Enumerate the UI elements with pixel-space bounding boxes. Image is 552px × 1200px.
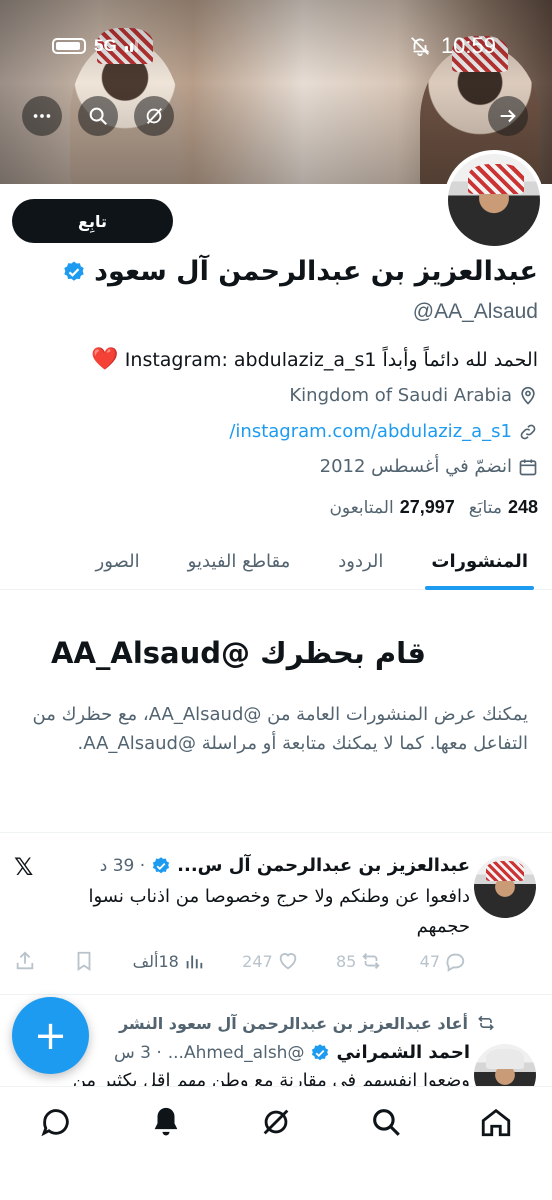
blocked-title: قام بحظرك @AA_Alsaud [51,636,426,670]
reply-button[interactable]: 47 [420,950,466,972]
mute-icon [411,37,430,57]
bottom-nav [0,1086,552,1200]
profile-name: عبدالعزيز بن عبدالرحمن آل سعود [94,256,538,287]
retweet-icon [362,953,380,969]
tweet-header: عبدالعزيز بن عبدالرحمن آل س... · 39 د [100,855,470,876]
reply-count: 47 [419,951,440,971]
blocked-text: يمكنك عرض المنشورات العامة من @AA_Alsaud… [32,704,529,754]
arrow-right-icon [500,109,516,123]
compose-button[interactable]: + [12,997,89,1074]
profile-website[interactable]: instagram.com/abdulaziz_a_s1/ [229,421,538,442]
bookmark-icon [77,951,91,971]
views-icon [186,955,203,969]
profile-handle: @AA_Alsaud [412,300,538,323]
calendar-icon [519,459,537,475]
followers-link[interactable]: 27,997المتابعون [329,497,454,518]
tweet-actions: 47 85 247 18ألف [14,950,466,972]
profile-avatar[interactable] [444,150,544,250]
nav-messages[interactable] [39,1105,73,1139]
network-label: 5G [94,36,117,55]
divider [0,832,552,833]
signal-icon [124,40,138,52]
verified-badge-icon [153,856,170,873]
heart-emoji: ❤️ [91,347,119,372]
tweet-time: · 39 د [99,855,146,876]
tweet-author[interactable]: عبدالعزيز بن عبدالرحمن آل س... [177,855,470,876]
nav-grok[interactable] [259,1105,293,1139]
tweet-body[interactable]: دافعوا عن وطنكم ولا حرج وخصوصا من اذناب … [70,882,471,942]
grok-button[interactable] [134,96,174,136]
share-icon [16,951,34,970]
notifications-icon [154,1107,178,1136]
more-button[interactable] [22,96,62,136]
divider [0,994,552,995]
following-label: متابَع [468,498,502,518]
followers-count: 27,997 [399,497,455,517]
retweet-label[interactable]: أعاد عبدالعزيز بن عبدالرحمن آل سعود النش… [119,1014,468,1033]
grok-icon [146,108,163,124]
retweet-header: احمد الشمراني @Ahmed_alsh... · 3 س [114,1042,470,1063]
following-link[interactable]: 248متابَع [469,497,538,518]
nav-search[interactable] [369,1105,403,1139]
following-count: 248 [507,497,538,517]
battery-icon [52,38,86,54]
profile-name-row: عبدالعزيز بن عبدالرحمن آل سعود [62,256,538,287]
link-icon [520,424,536,439]
retweet-count: 85 [335,951,357,971]
messages-icon [41,1109,69,1137]
search-icon [373,1109,400,1136]
like-count: 247 [242,951,273,971]
bio-text: الحمد لله دائماً وأبداً Instagram: abdul… [124,348,538,371]
avatar-headdress [486,861,524,881]
location-pin-icon [521,386,535,405]
verified-badge-icon [312,1043,329,1060]
location-text: Kingdom of Saudi Arabia [289,385,512,406]
retweet-author[interactable]: احمد الشمراني [336,1042,470,1063]
nav-home[interactable] [479,1105,513,1139]
search-button[interactable] [78,96,118,136]
retweet-icon [478,1015,494,1031]
status-bar: 5G 10:59 [0,0,552,90]
joined-text: انضمّ في أغسطس 2012 [319,456,512,477]
views-count: 18ألف [132,951,179,971]
avatar-headdress [486,1049,524,1069]
retweet-button[interactable]: 85 [336,950,382,972]
clock: 10:59 [440,33,496,58]
tab-videos[interactable]: مقاطع الفيديو [164,532,315,590]
like-button[interactable]: 247 [242,950,299,972]
retweet-time: · 3 س [113,1042,162,1063]
followers-label: المتابعون [329,498,394,518]
plus-icon: + [33,1012,68,1059]
heart-icon [279,953,296,970]
status-right: 10:59 [409,33,496,59]
profile-location: Kingdom of Saudi Arabia [289,385,538,406]
profile-tabs: المنشورات الردود مقاطع الفيديو الصور [0,532,552,590]
follow-counts: 248متابَع 27,997المتابعون [329,497,538,518]
verified-badge-icon[interactable] [62,260,86,284]
tab-photos[interactable]: الصور [72,532,164,590]
search-icon [89,107,107,125]
reply-icon [446,953,465,972]
follow-button[interactable]: تابِع [12,199,173,243]
retweet-handle: @Ahmed_alsh... [167,1042,305,1063]
status-left: 5G [52,36,138,56]
tab-replies[interactable]: الردود [314,532,407,590]
retweet-context: أعاد عبدالعزيز بن عبدالرحمن آل سعود النش… [119,1013,496,1033]
tab-posts[interactable]: المنشورات [407,532,552,590]
grok-icon [263,1109,289,1135]
back-button[interactable] [488,96,528,136]
home-icon [481,1108,511,1137]
profile-bio: الحمد لله دائماً وأبداً Instagram: abdul… [91,347,538,372]
x-logo-icon: 𝕏 [14,853,34,881]
avatar-headdress [468,164,524,194]
retweet-body[interactable]: وضعوا انفسهم في مقارنة مع وطن مهم اقل بك… [0,1070,470,1086]
share-button[interactable] [14,950,36,972]
tweet-avatar[interactable] [474,856,536,918]
website-link[interactable]: instagram.com/abdulaziz_a_s1/ [229,421,512,442]
more-icon [33,114,51,118]
nav-notifications[interactable] [149,1105,183,1139]
profile-joined: انضمّ في أغسطس 2012 [320,456,538,477]
views-button[interactable]: 18ألف [133,950,205,972]
bookmark-button[interactable] [73,950,95,972]
